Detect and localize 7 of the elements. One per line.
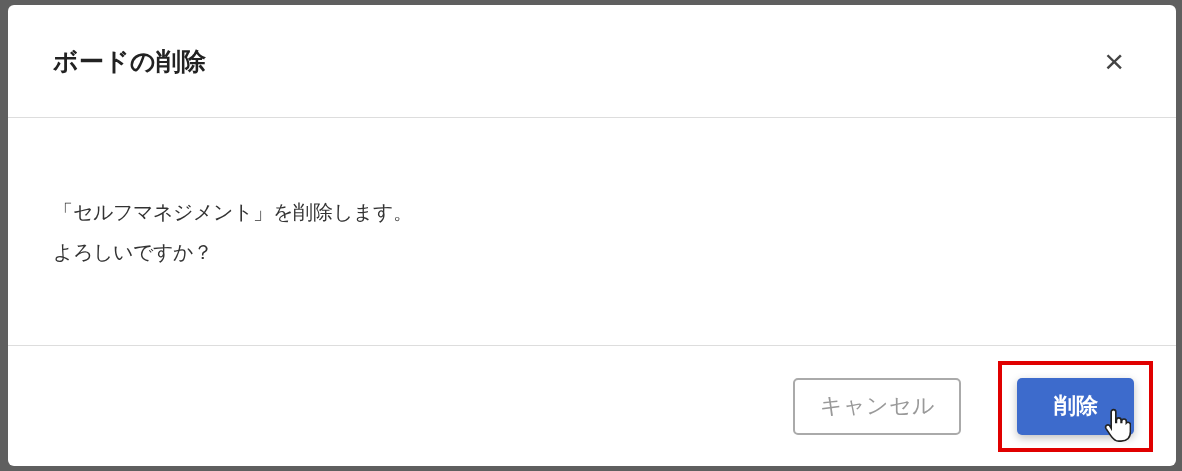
delete-button[interactable]: 削除 [1017,377,1134,435]
message-text: よろしいですか？ [53,238,214,266]
close-button[interactable]: × [1098,44,1130,78]
cancel-button[interactable]: キャンセル [793,377,961,435]
hand-cursor-icon [1103,407,1131,444]
dialog-title: ボードの削除 [53,45,206,78]
message-text: 「セルフマネジメント」を削除します。 [53,198,414,226]
